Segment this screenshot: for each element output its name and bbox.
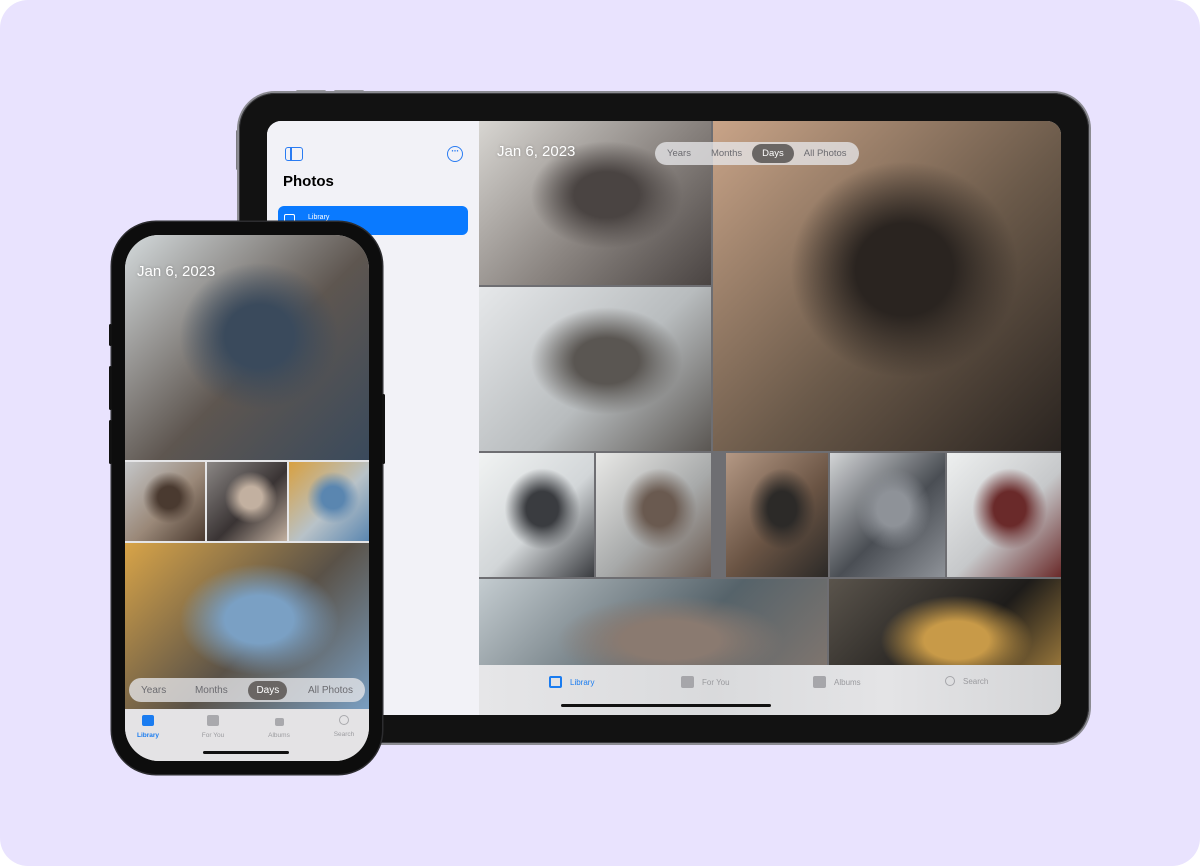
iphone-volume-up xyxy=(109,366,112,410)
tab-label: Library xyxy=(136,732,160,739)
segment-all-photos[interactable]: All Photos xyxy=(300,681,361,700)
tab-search[interactable]: Search xyxy=(319,715,369,738)
iphone-device: Jan 6, 2023 Years Months Days All Photos… xyxy=(109,222,385,774)
sidebar-toggle-icon[interactable] xyxy=(285,147,303,161)
tab-label: Search xyxy=(333,731,355,738)
tab-label: Search xyxy=(963,676,989,686)
search-icon xyxy=(339,715,349,725)
segment-years[interactable]: Years xyxy=(133,681,174,700)
tab-library[interactable]: Library xyxy=(549,676,594,688)
albums-icon xyxy=(813,676,826,688)
photo-tile[interactable] xyxy=(479,453,594,577)
view-segmented-control: Years Months Days All Photos xyxy=(129,678,365,702)
search-icon xyxy=(945,676,955,686)
photo-tile[interactable] xyxy=(947,453,1061,577)
segment-years[interactable]: Years xyxy=(657,144,701,163)
ipad-screen: ··· Photos Library Jan 6, 2023 Years Mon… xyxy=(267,121,1061,715)
date-heading: Jan 6, 2023 xyxy=(137,263,216,280)
tab-albums[interactable]: Albums xyxy=(254,715,304,739)
iphone-power-button xyxy=(382,394,385,464)
photo-tile[interactable] xyxy=(125,462,205,541)
photo-library-icon xyxy=(549,676,562,688)
tab-label: Library xyxy=(570,677,595,687)
iphone-volume-down xyxy=(109,420,112,464)
iphone-screen: Jan 6, 2023 Years Months Days All Photos… xyxy=(125,235,369,761)
for-you-icon xyxy=(681,676,694,688)
tab-label: Albums xyxy=(834,677,861,687)
photo-tile[interactable] xyxy=(726,453,828,577)
tab-library[interactable]: Library xyxy=(125,715,173,739)
home-indicator[interactable] xyxy=(561,704,771,707)
photo-tile[interactable] xyxy=(713,121,1061,451)
photo-tile[interactable] xyxy=(596,453,711,577)
date-heading: Jan 6, 2023 xyxy=(497,143,576,160)
tab-bar: Library For You Albums Search xyxy=(479,665,1061,715)
photo-library-icon xyxy=(142,715,154,726)
segment-months[interactable]: Months xyxy=(701,144,752,163)
tab-albums[interactable]: Albums xyxy=(813,676,861,688)
for-you-icon xyxy=(207,715,219,726)
tab-label: For You xyxy=(702,677,730,687)
sidebar-item-label: Library xyxy=(308,214,330,221)
ellipsis-circle-icon[interactable]: ··· xyxy=(447,146,463,162)
photo-tile[interactable] xyxy=(289,462,369,541)
photo-grid: Jan 6, 2023 Years Months Days All Photos… xyxy=(479,121,1061,715)
tab-search[interactable]: Search xyxy=(945,676,988,686)
iphone-mute-switch xyxy=(109,324,112,346)
tab-for-you[interactable]: For You xyxy=(188,715,238,739)
tab-label: For You xyxy=(201,732,225,739)
sidebar-title: Photos xyxy=(283,173,334,190)
segment-all-photos[interactable]: All Photos xyxy=(794,144,857,163)
tab-for-you[interactable]: For You xyxy=(681,676,730,688)
tab-label: Albums xyxy=(268,732,290,739)
segment-days[interactable]: Days xyxy=(248,680,288,700)
photo-tile[interactable] xyxy=(830,453,945,577)
albums-icon xyxy=(274,718,284,726)
segment-months[interactable]: Months xyxy=(187,681,236,700)
photo-tile[interactable] xyxy=(479,287,711,451)
home-indicator[interactable] xyxy=(203,751,289,754)
tab-bar: Library For You Albums Search xyxy=(125,709,369,761)
view-segmented-control: Years Months Days All Photos xyxy=(655,142,859,165)
photo-tile[interactable] xyxy=(207,462,287,541)
segment-days[interactable]: Days xyxy=(752,144,794,163)
